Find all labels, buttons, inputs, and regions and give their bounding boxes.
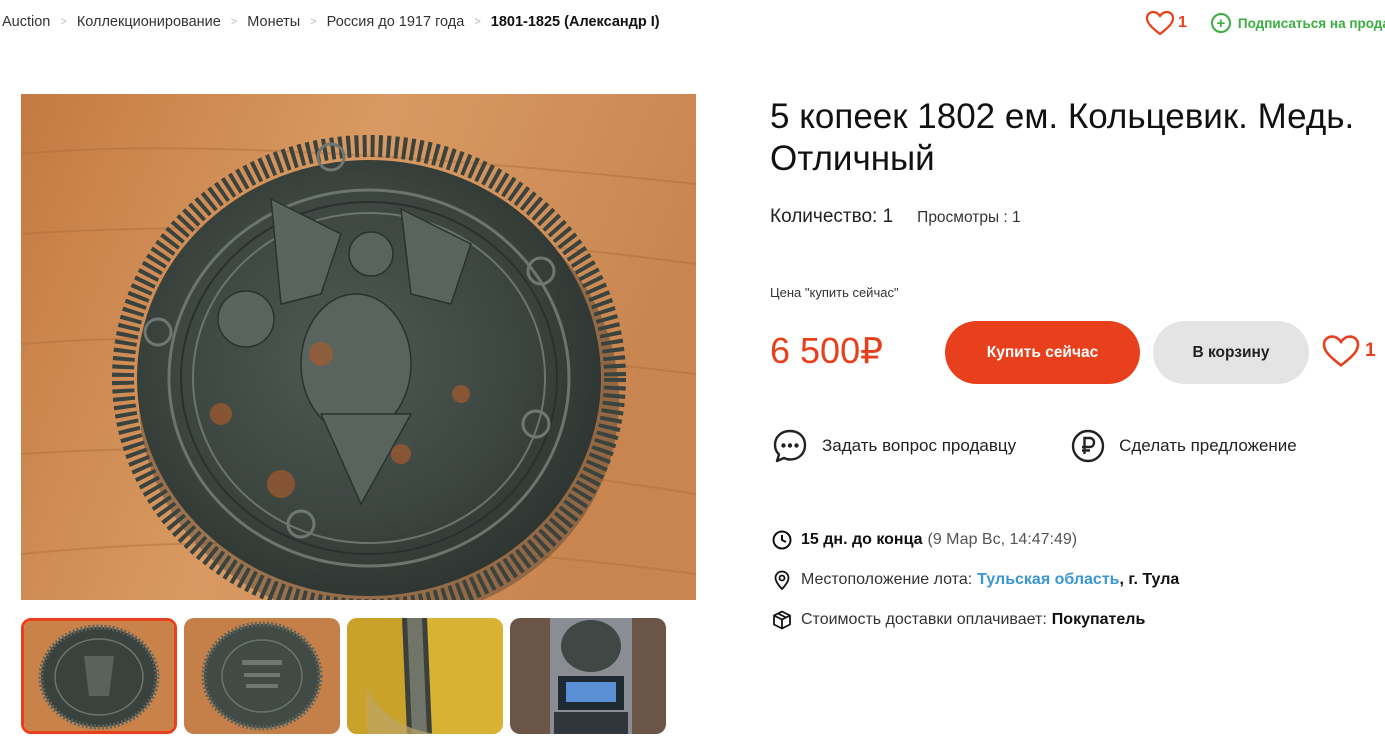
favorite-button[interactable]: 1 — [1321, 334, 1376, 368]
favorites-count: 1 — [1365, 340, 1376, 361]
time-left-row: 15 дн. до конца (9 Мар Вс, 14:47:49) — [772, 520, 1179, 560]
shipping-row: Стоимость доставки оплачивает: Покупател… — [772, 600, 1179, 640]
header-actions: 1 + Подписаться на продавца — [1145, 10, 1385, 36]
thumbnail-coin-edge[interactable] — [347, 618, 503, 734]
add-to-cart-button[interactable]: В корзину — [1153, 321, 1309, 384]
breadcrumb-link-coins[interactable]: Монеты — [247, 14, 300, 30]
heart-icon — [1322, 335, 1360, 368]
thumbnail-coin-on-scale[interactable] — [510, 618, 666, 734]
lot-info: 15 дн. до конца (9 Мар Вс, 14:47:49) Мес… — [772, 520, 1179, 640]
thumbnail-coin-reverse[interactable] — [184, 618, 340, 734]
location-label: Местоположение лота: — [801, 571, 973, 588]
breadcrumb-separator: > — [310, 16, 317, 28]
clock-icon — [772, 530, 792, 550]
price-caption: Цена "купить сейчас" — [770, 285, 899, 300]
breadcrumb-link-collecting[interactable]: Коллекционирование — [77, 14, 221, 30]
heart-icon — [1145, 10, 1175, 36]
breadcrumb-link-russia[interactable]: Россия до 1917 года — [327, 14, 465, 30]
box-icon — [772, 610, 792, 630]
breadcrumb-link-auction[interactable]: Auction — [2, 14, 50, 30]
breadcrumb-current: 1801-1825 (Александр I) — [490, 14, 660, 30]
main-photo[interactable] — [21, 94, 696, 600]
time-left: 15 дн. до конца — [801, 531, 923, 548]
thumbnail-image — [347, 618, 503, 734]
end-date: (9 Мар Вс, 14:47:49) — [927, 531, 1078, 548]
breadcrumb: Auction > Коллекционирование > Монеты > … — [2, 14, 660, 30]
coin-photo-image — [21, 94, 696, 600]
location-region-link[interactable]: Тульская область — [977, 571, 1119, 589]
lot-views: Просмотры : 1 — [917, 209, 1021, 226]
ask-seller-label: Задать вопрос продавцу — [822, 436, 1017, 455]
thumbnail-coin-obverse[interactable] — [21, 618, 177, 734]
shipping-payer: Покупатель — [1051, 611, 1146, 628]
lot-title: 5 копеек 1802 ем. Кольцевик. Медь. Отлич… — [770, 97, 1355, 178]
ruble-circle-icon — [1071, 429, 1105, 463]
subscribe-label: Подписаться на продавца — [1237, 15, 1385, 31]
thumbnail-strip — [21, 618, 673, 734]
chat-bubble-icon — [772, 428, 808, 464]
breadcrumb-separator: > — [474, 16, 481, 28]
favorite-button-top[interactable]: 1 — [1145, 10, 1187, 36]
favorites-count: 1 — [1178, 14, 1187, 31]
buy-now-button[interactable]: Купить сейчас — [945, 321, 1140, 384]
shipping-label: Стоимость доставки оплачивает: — [801, 611, 1047, 628]
location-city: , г. Тула — [1119, 571, 1180, 588]
make-offer-button[interactable]: Сделать предложение — [1071, 429, 1297, 463]
make-offer-label: Сделать предложение — [1119, 436, 1297, 455]
lot-stats: Количество: 1 Просмотры : 1 — [770, 206, 1021, 228]
location-pin-icon — [772, 570, 792, 590]
lot-price: 6 500₽ — [770, 330, 883, 371]
location-row: Местоположение лота: Тульская область , … — [772, 560, 1179, 600]
breadcrumb-separator: > — [60, 16, 67, 28]
thumbnail-image — [24, 621, 174, 731]
subscribe-seller-button[interactable]: + Подписаться на продавца — [1210, 13, 1385, 33]
thumbnail-image — [184, 618, 340, 734]
seller-actions: Задать вопрос продавцу Сделать предложен… — [772, 428, 1297, 464]
breadcrumb-separator: > — [230, 16, 238, 28]
thumbnail-image — [510, 618, 666, 734]
plus-circle-icon: + — [1210, 13, 1231, 33]
lot-quantity: Количество: 1 — [770, 206, 894, 227]
ask-seller-button[interactable]: Задать вопрос продавцу — [772, 428, 1016, 464]
